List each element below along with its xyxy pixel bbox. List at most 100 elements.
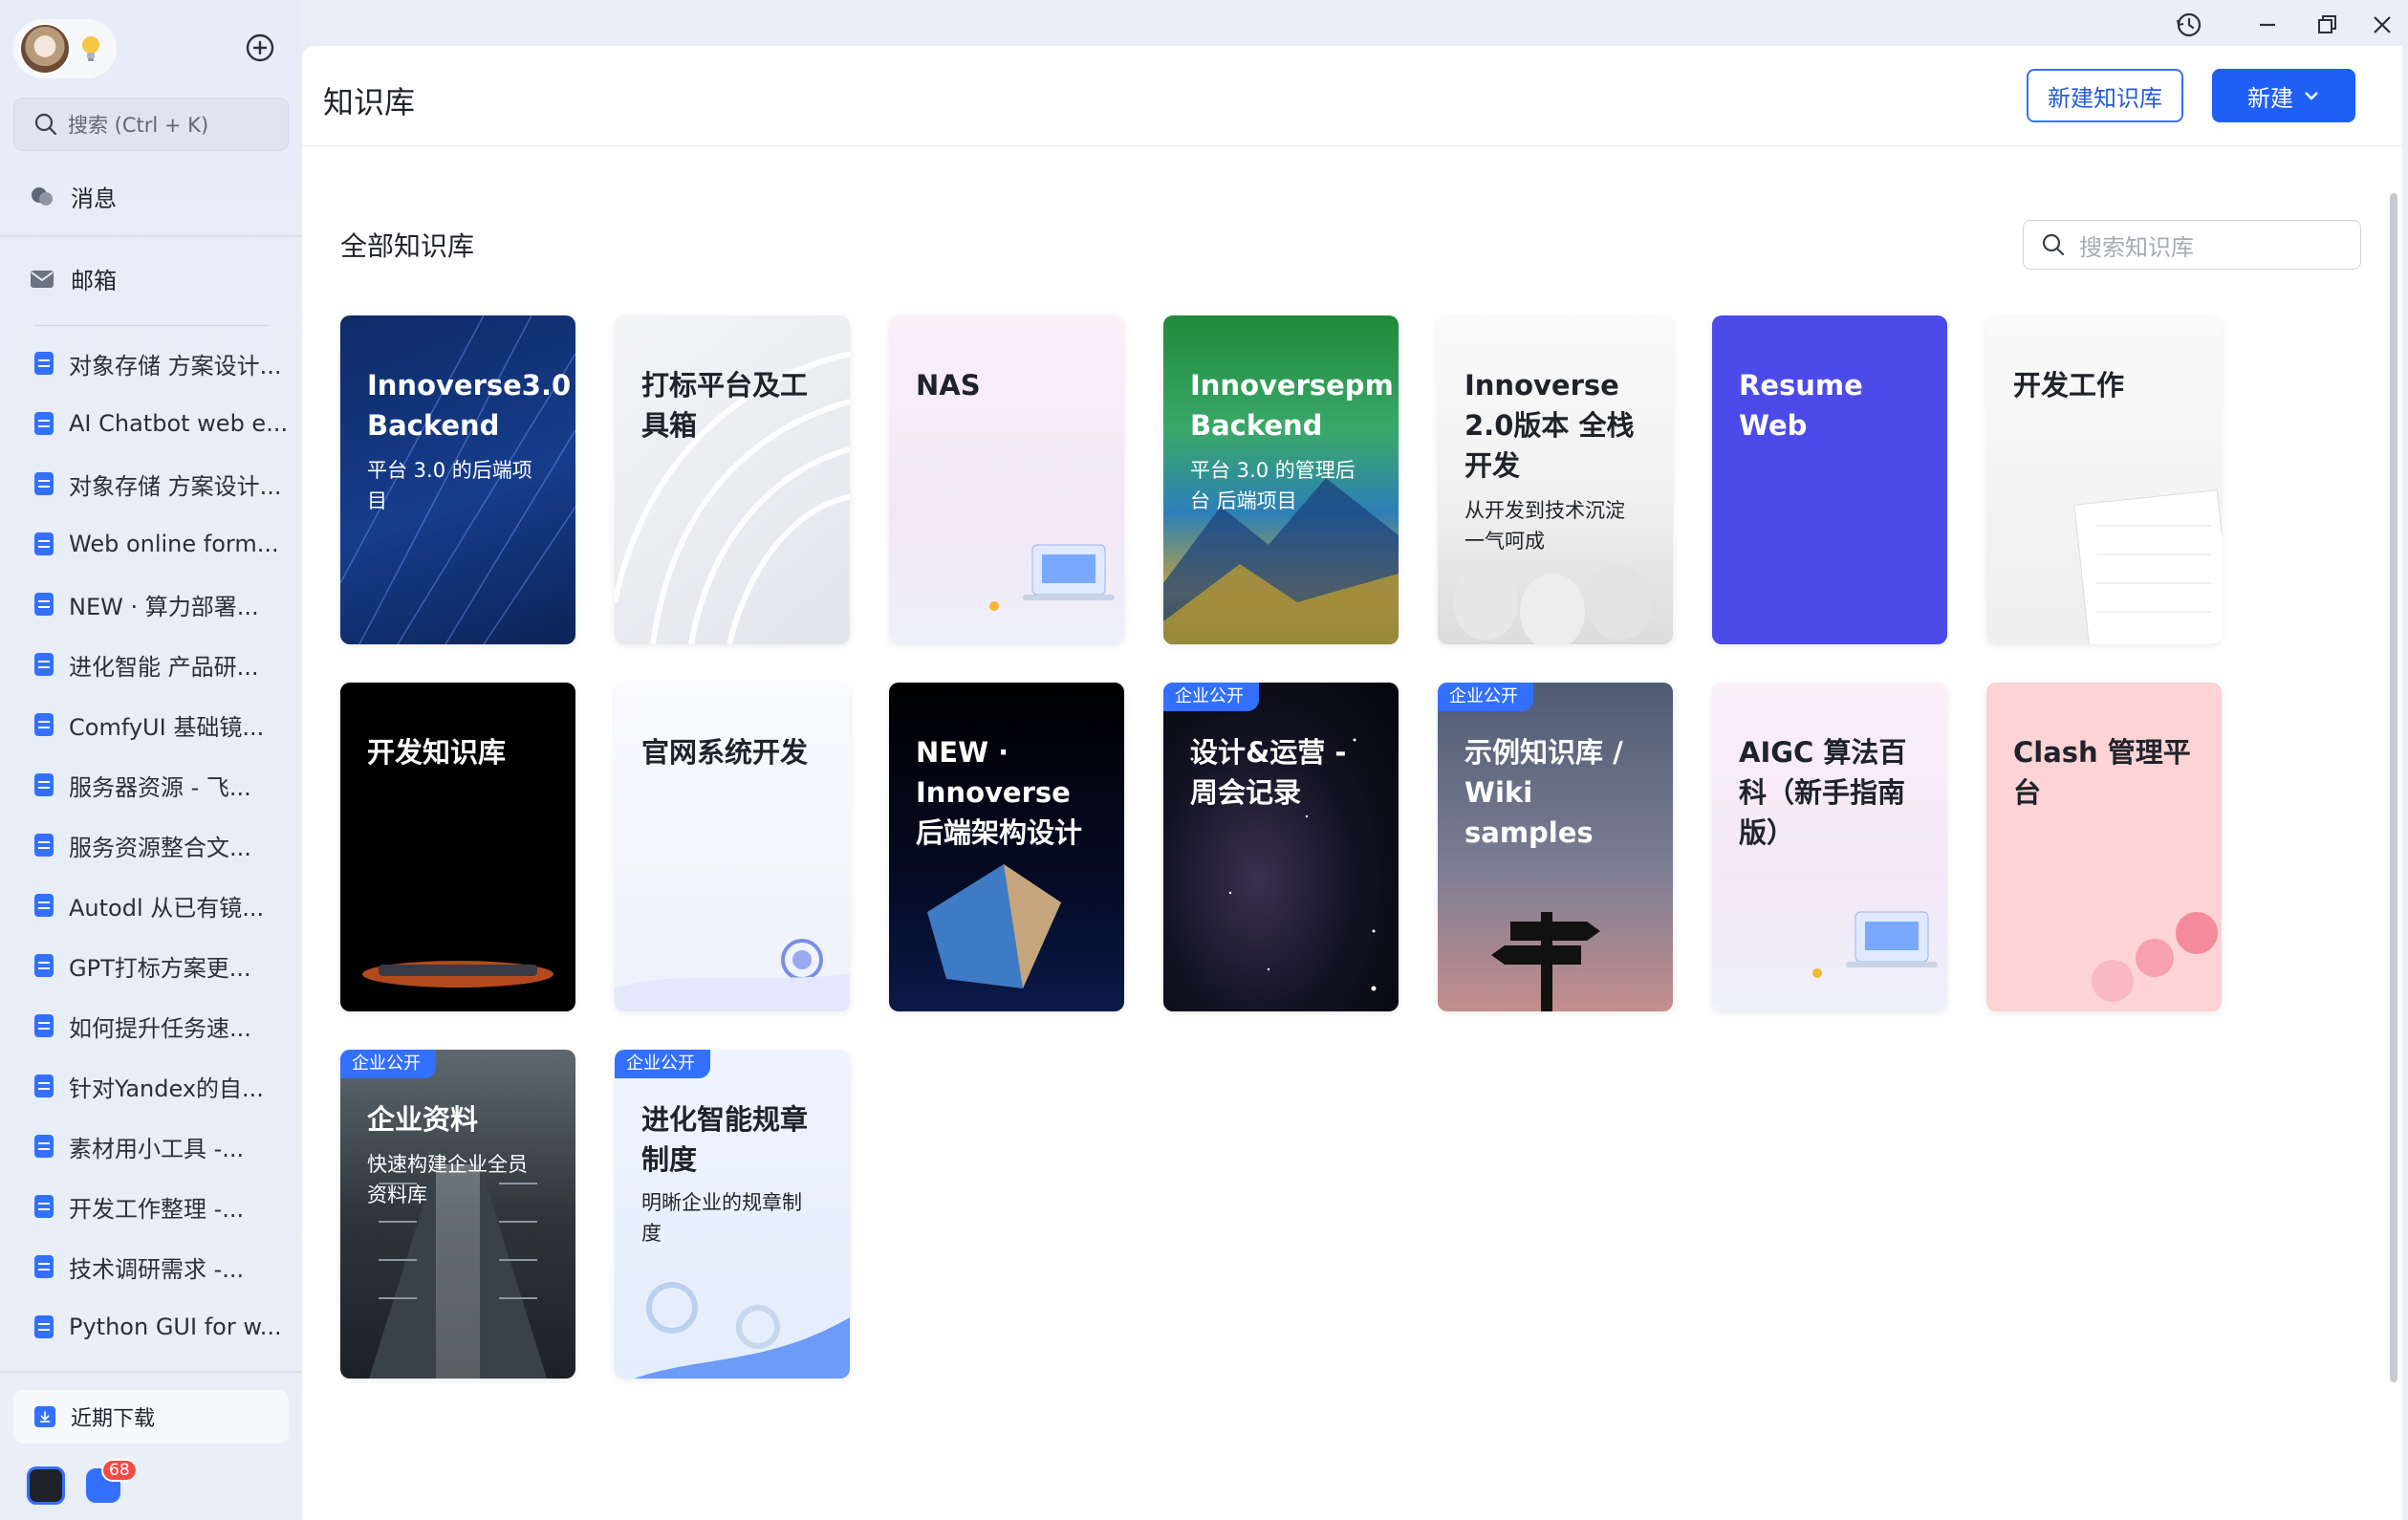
doc-item[interactable]: 对象存储 方案设计... xyxy=(34,465,291,503)
kb-card[interactable]: 企业公开 示例知识库 / Wiki samples xyxy=(1438,683,1673,1011)
divider xyxy=(0,1371,302,1373)
kb-card[interactable]: 开发工作 xyxy=(1986,315,2222,644)
doc-item[interactable]: 针对Yandex的自... xyxy=(34,1067,291,1105)
kb-card-title: Resume Web xyxy=(1739,369,1863,442)
history-icon[interactable] xyxy=(2170,6,2208,44)
doc-item[interactable]: 对象存储 方案设计... xyxy=(34,344,291,382)
kb-card[interactable]: Innoversepm Backend 平台 3.0 的管理后台 后端项目 xyxy=(1163,315,1399,644)
doc-label: AI Chatbot web e... xyxy=(69,410,289,437)
workspace-app-icon[interactable] xyxy=(27,1466,65,1505)
kb-card-title: NEW · Innoverse 后端架构设计 xyxy=(916,736,1083,849)
doc-icon xyxy=(34,1135,54,1158)
chevron-down-icon xyxy=(2305,92,2318,100)
global-search-input[interactable]: 搜索 (Ctrl + K) xyxy=(13,98,289,151)
kb-card-desc: 从开发到技术沉淀一气呵成 xyxy=(1464,499,1625,553)
kb-card[interactable]: AIGC 算法百科（新手指南版） xyxy=(1712,683,1947,1011)
nav-messages-label: 消息 xyxy=(71,185,117,212)
doc-item[interactable]: 素材用小工具 -... xyxy=(34,1127,291,1165)
doc-label: Web online form... xyxy=(69,531,279,557)
search-icon xyxy=(2042,233,2065,256)
kb-card[interactable]: 官网系统开发 xyxy=(615,683,850,1011)
close-icon[interactable] xyxy=(2363,6,2401,44)
chat-bubble-icon xyxy=(32,186,53,206)
kb-card-title: Clash 管理平台 xyxy=(2013,736,2191,809)
doc-label: 技术调研需求 -... xyxy=(69,1255,245,1283)
doc-item[interactable]: 进化智能 产品研... xyxy=(34,645,291,684)
add-circle-icon[interactable] xyxy=(245,33,275,63)
avatar[interactable] xyxy=(19,23,71,75)
doc-label: 素材用小工具 -... xyxy=(69,1135,245,1162)
section-title: 全部知识库 xyxy=(340,230,475,262)
kb-card[interactable]: 企业公开 企业资料 快速构建企业全员资料库 xyxy=(340,1050,575,1379)
doc-item[interactable]: NEW · 算力部署... xyxy=(34,585,291,623)
kb-card-title: NAS xyxy=(916,369,981,402)
doc-item[interactable]: GPT打标方案更... xyxy=(34,946,291,985)
kb-card-desc: 平台 3.0 的后端项目 xyxy=(367,459,532,512)
doc-icon xyxy=(34,412,54,435)
kb-card[interactable]: 企业公开 设计&运营 - 周会记录 xyxy=(1163,683,1399,1011)
kb-card-title: 开发知识库 xyxy=(367,736,507,769)
kb-card-desc: 平台 3.0 的管理后台 后端项目 xyxy=(1190,459,1356,512)
doc-item[interactable]: 开发工作整理 -... xyxy=(34,1187,291,1226)
knowledge-base-search-input[interactable]: 搜索知识库 xyxy=(2023,220,2361,270)
doc-label: 服务资源整合文... xyxy=(69,834,251,861)
downloads-label: 近期下载 xyxy=(71,1407,156,1431)
kb-card-title: 进化智能规章制度 xyxy=(641,1103,809,1176)
kb-search-placeholder: 搜索知识库 xyxy=(2079,233,2194,261)
recent-downloads-button[interactable]: 近期下载 xyxy=(13,1390,289,1444)
doc-item[interactable]: Web online form... xyxy=(34,525,291,563)
doc-item[interactable]: 服务器资源 - 飞... xyxy=(34,766,291,804)
kb-card[interactable]: 打标平台及工具箱 xyxy=(615,315,850,644)
restore-icon[interactable] xyxy=(2308,6,2346,44)
doc-label: 针对Yandex的自... xyxy=(69,1075,264,1102)
kb-card[interactable]: 开发知识库 xyxy=(340,683,575,1011)
doc-label: 开发工作整理 -... xyxy=(69,1195,245,1223)
minimize-icon[interactable] xyxy=(2248,6,2287,44)
kb-card[interactable]: NAS xyxy=(889,315,1124,644)
kb-card-title: 设计&运营 - 周会记录 xyxy=(1190,736,1347,809)
divider xyxy=(34,325,270,326)
doc-icon xyxy=(34,1195,54,1218)
doc-label: NEW · 算力部署... xyxy=(69,593,259,620)
new-button[interactable]: 新建 xyxy=(2212,69,2355,122)
doc-icon xyxy=(34,472,54,495)
search-icon xyxy=(34,113,57,136)
kb-card[interactable]: 企业公开 进化智能规章制度 明晰企业的规章制度 xyxy=(615,1050,850,1379)
doc-item[interactable]: 技术调研需求 -... xyxy=(34,1248,291,1286)
public-tag: 企业公开 xyxy=(615,1050,710,1078)
doc-label: 进化智能 产品研... xyxy=(69,653,259,681)
doc-item[interactable]: 服务资源整合文... xyxy=(34,826,291,864)
doc-icon xyxy=(34,773,54,796)
new-knowledge-base-button[interactable]: 新建知识库 xyxy=(2027,69,2183,122)
kb-card[interactable]: Innoverse 2.0版本 全栈开发 从开发到技术沉淀一气呵成 xyxy=(1438,315,1673,644)
divider xyxy=(0,235,302,237)
kb-card[interactable]: Clash 管理平台 xyxy=(1986,683,2222,1011)
kb-card-title: 打标平台及工具箱 xyxy=(641,369,809,442)
doc-label: Python GUI for w... xyxy=(69,1314,282,1340)
doc-label: Autodl 从已有镜... xyxy=(69,894,265,922)
doc-item[interactable]: Autodl 从已有镜... xyxy=(34,886,291,924)
kb-card[interactable]: NEW · Innoverse 后端架构设计 xyxy=(889,683,1124,1011)
nav-mail-label: 邮箱 xyxy=(71,268,117,294)
nav-mail[interactable]: 邮箱 xyxy=(29,262,117,295)
doc-label: 服务器资源 - 飞... xyxy=(69,773,251,801)
mail-icon xyxy=(31,270,54,288)
doc-item[interactable]: 如何提升任务速... xyxy=(34,1007,291,1045)
doc-icon xyxy=(34,352,54,375)
download-icon xyxy=(34,1406,55,1427)
doc-item[interactable]: ComfyUI 基础镜... xyxy=(34,706,291,744)
unread-badge: 68 xyxy=(101,1459,138,1482)
nav-messages[interactable]: 消息 xyxy=(29,180,117,213)
doc-item[interactable]: AI Chatbot web e... xyxy=(34,404,291,443)
doc-label: 对象存储 方案设计... xyxy=(69,352,282,380)
lightbulb-icon[interactable] xyxy=(80,34,101,63)
kb-card[interactable]: Resume Web xyxy=(1712,315,1947,644)
doc-icon xyxy=(34,1014,54,1037)
doc-icon xyxy=(34,653,54,676)
doc-icon xyxy=(34,954,54,977)
kb-card-title: Innoversepm Backend xyxy=(1190,369,1394,442)
kb-card[interactable]: Innoverse3.0 Backend 平台 3.0 的后端项目 xyxy=(340,315,575,644)
scrollbar[interactable] xyxy=(2390,193,2397,1382)
doc-label: 如何提升任务速... xyxy=(69,1014,251,1042)
doc-item[interactable]: Python GUI for w... xyxy=(34,1308,291,1346)
